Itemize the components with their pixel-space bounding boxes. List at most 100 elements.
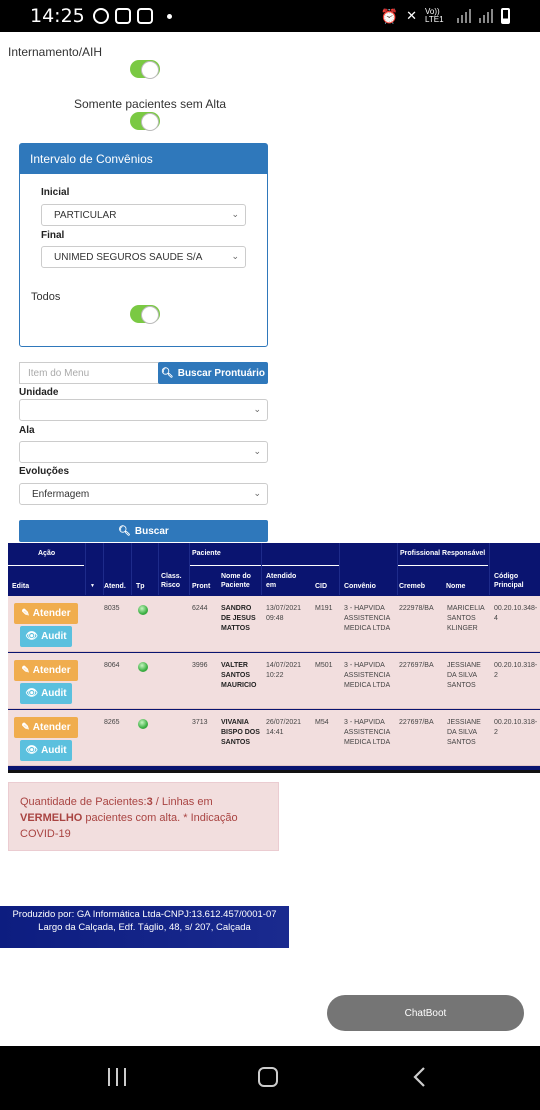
footer: Produzido por: GA Informática Ltda-CNPJ:… <box>0 906 289 948</box>
table-row: ✎ Atender 👁︎ Audit 8035 6244 SANDRO DE JES… <box>8 596 540 652</box>
chatbot-button[interactable]: ChatBoot <box>327 995 524 1031</box>
cell-atend: 8035 <box>104 605 120 612</box>
page: 14:25 ⏰ ✕ Vo)) LTE1 Internamento/AIH Som… <box>0 0 540 1110</box>
unidade-select[interactable]: ⌄ <box>19 399 268 421</box>
atender-button[interactable]: ✎ Atender <box>14 717 78 738</box>
edit-icon: ✎ <box>21 665 30 676</box>
recents-icon[interactable] <box>108 1068 126 1086</box>
somente-sem-alta-toggle[interactable] <box>130 112 160 131</box>
info-alert: Quantidade de Pacientes:3 / Linhas em VE… <box>8 782 279 851</box>
signal-icon <box>479 9 493 23</box>
table-header-group: Ação Paciente Profissional Responsável <box>8 543 540 565</box>
chevron-down-icon: ⌄ <box>231 209 239 219</box>
header-convenio[interactable]: Convênio <box>344 582 376 591</box>
footer-line2: Largo da Calçada, Edf. Táglio, 48, s/ 20… <box>38 922 251 933</box>
cell-cid: M54 <box>315 719 329 726</box>
todos-label: Todos <box>31 291 61 303</box>
inicial-label: Inicial <box>41 187 70 198</box>
cell-convenio: 3 - HAPVIDA ASSISTENCIA MEDICA LTDA <box>344 605 391 632</box>
atender-button[interactable]: ✎ Atender <box>14 660 78 681</box>
somente-sem-alta-label: Somente pacientes sem Alta <box>74 97 227 111</box>
header-codigo-principal[interactable]: Código Principal <box>494 572 534 590</box>
cell-cremeb: 227697/BA <box>399 719 434 726</box>
sort-down-icon[interactable]: ▼ <box>90 582 95 591</box>
edit-icon: ✎ <box>21 608 30 619</box>
cell-hora: 09:48 <box>266 615 284 622</box>
header-class-risco[interactable]: Class. Risco <box>161 572 187 590</box>
cell-codigo: 00.20.10.318-2 <box>494 719 538 736</box>
instagram-icon <box>136 8 153 24</box>
buscar-prontuario-label: Buscar Prontuário <box>177 367 265 379</box>
eye-icon: 👁︎ <box>25 688 39 699</box>
header-tp[interactable]: Tp <box>136 582 145 591</box>
whatsapp-icon <box>92 8 109 24</box>
header-nome-paciente[interactable]: Nome do Paciente <box>221 572 259 590</box>
signal-icon <box>457 9 471 23</box>
buscar-button[interactable]: 🔍︎ Buscar <box>19 520 268 542</box>
navigation-bar <box>0 1046 540 1110</box>
table-header-columns: Edita ▼ Atend. Tp Class. Risco Pront Nom… <box>8 565 540 595</box>
audit-label: Audit <box>41 688 67 699</box>
status-green-icon <box>138 662 148 672</box>
cell-convenio: 3 - HAPVIDA ASSISTENCIA MEDICA LTDA <box>344 662 391 689</box>
cell-nome-paciente: VIVANIA BISPO DOS SANTOS <box>221 719 260 746</box>
header-cremeb[interactable]: Cremeb <box>399 582 425 591</box>
header-profissional: Profissional Responsável <box>400 550 486 557</box>
evolucoes-select-value: Enfermagem <box>32 489 90 500</box>
table-row: ✎ Atender 👁︎ Audit 8064 3996 VALTER SANTOS… <box>8 653 540 709</box>
chevron-down-icon: ⌄ <box>253 404 261 414</box>
atender-button[interactable]: ✎ Atender <box>14 603 78 624</box>
cell-pront: 6244 <box>192 605 208 612</box>
evolucoes-select[interactable]: Enfermagem ⌄ <box>19 483 268 505</box>
eye-icon: 👁︎ <box>25 745 39 756</box>
audit-label: Audit <box>41 745 67 756</box>
home-icon[interactable] <box>258 1067 278 1087</box>
todos-toggle[interactable] <box>130 305 160 324</box>
vermelho-label: VERMELHO <box>20 812 83 824</box>
header-atend[interactable]: Atend. <box>104 582 126 591</box>
inicial-select[interactable]: PARTICULAR ⌄ <box>41 204 246 226</box>
cell-convenio: 3 - HAPVIDA ASSISTENCIA MEDICA LTDA <box>344 719 391 746</box>
menu-search-input[interactable]: Item do Menu <box>19 362 159 384</box>
atender-label: Atender <box>32 722 71 733</box>
cell-pront: 3996 <box>192 662 208 669</box>
footer-line1: Produzido por: GA Informática Ltda-CNPJ:… <box>12 909 277 920</box>
cell-hora: 14:41 <box>266 729 284 736</box>
header-edita[interactable]: Edita <box>12 582 29 591</box>
cell-cid: M191 <box>315 605 333 612</box>
cell-cremeb: 227697/BA <box>399 662 434 669</box>
qty-label: Quantidade de Pacientes: <box>20 796 147 808</box>
cell-pront: 3713 <box>192 719 208 726</box>
audit-button[interactable]: 👁︎ Audit <box>20 740 72 761</box>
chevron-down-icon: ⌄ <box>253 446 261 456</box>
internamento-toggle[interactable] <box>130 60 160 79</box>
search-icon: 🔍︎ <box>118 525 131 537</box>
audit-button[interactable]: 👁︎ Audit <box>20 683 72 704</box>
cell-data: 14/07/2021 <box>266 662 302 669</box>
back-icon[interactable] <box>412 1066 426 1088</box>
atender-label: Atender <box>32 608 71 619</box>
final-select-value: UNIMED SEGUROS SAUDE S/A <box>54 252 203 263</box>
audit-button[interactable]: 👁︎ Audit <box>20 626 72 647</box>
ala-select[interactable]: ⌄ <box>19 441 268 463</box>
header-pront[interactable]: Pront <box>192 582 210 591</box>
status-bar: 14:25 ⏰ ✕ Vo)) LTE1 <box>0 0 540 32</box>
final-select[interactable]: UNIMED SEGUROS SAUDE S/A ⌄ <box>41 246 246 268</box>
status-green-icon <box>138 605 148 615</box>
edit-icon: ✎ <box>21 722 30 733</box>
header-nome[interactable]: Nome <box>446 582 465 591</box>
cell-cid: M501 <box>315 662 333 669</box>
header-cid[interactable]: CID <box>315 582 327 591</box>
audit-label: Audit <box>41 631 67 642</box>
table-row: ✎ Atender 👁︎ Audit 8265 3713 VIVANIA BISPO… <box>8 710 540 766</box>
inicial-select-value: PARTICULAR <box>54 210 117 221</box>
buscar-prontuario-button[interactable]: 🔍︎ Buscar Prontuário <box>158 362 268 384</box>
network-label: Vo)) LTE1 <box>425 7 444 24</box>
chevron-down-icon: ⌄ <box>231 251 239 261</box>
header-paciente: Paciente <box>192 550 221 557</box>
cell-codigo: 00.20.10.318-2 <box>494 662 538 679</box>
header-acao: Ação <box>38 550 56 557</box>
header-atendido-em[interactable]: Atendido em <box>266 572 300 590</box>
notification-dot-icon <box>166 13 172 19</box>
unidade-label: Unidade <box>19 387 59 398</box>
